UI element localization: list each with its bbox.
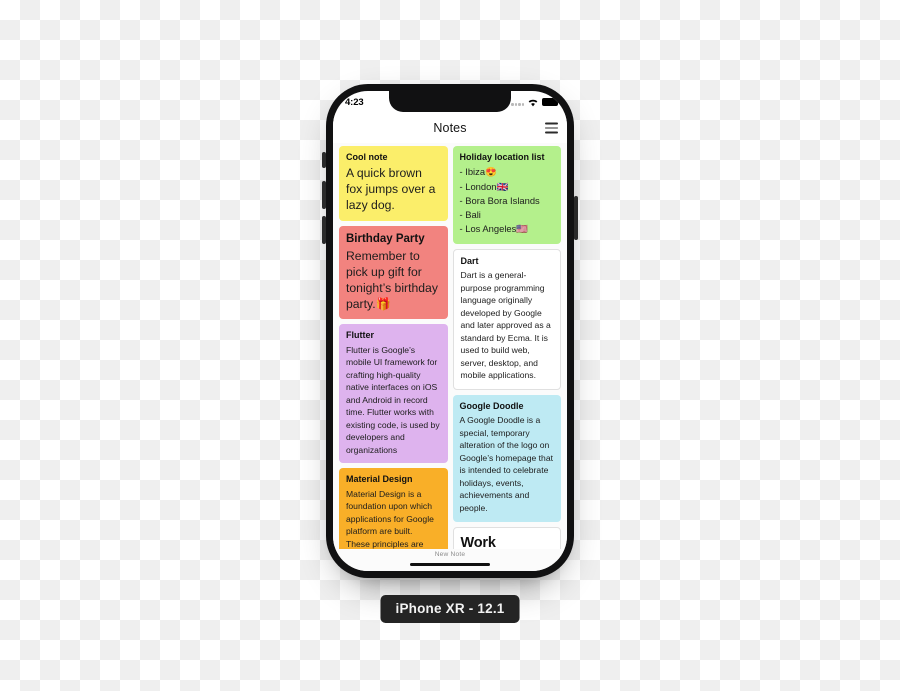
status-bar-icons bbox=[511, 98, 561, 107]
hamburger-menu-icon[interactable] bbox=[545, 122, 558, 134]
note-card[interactable]: Flutter Flutter is Google’s mobile UI fra… bbox=[339, 324, 448, 464]
note-card-body: Material Design is a foundation upon whi… bbox=[346, 488, 434, 549]
bottom-bar: New Note bbox=[333, 549, 567, 571]
notes-column-right: Holiday location list - Ibiza😍 - London🇬🇧… bbox=[452, 146, 561, 549]
app-header: Notes bbox=[333, 113, 567, 144]
note-card-title: Dart bbox=[460, 255, 479, 266]
note-card[interactable]: Birthday Party Remember to pick up gift f… bbox=[339, 225, 448, 320]
signal-dots-icon bbox=[511, 99, 524, 106]
power-button[interactable] bbox=[574, 196, 578, 240]
note-card-body: - Ibiza😍 - London🇬🇧 - Bora Bora Islands … bbox=[459, 166, 540, 235]
note-card[interactable]: Material Design Material Design is a foun… bbox=[339, 468, 448, 549]
note-card-title: Material Design bbox=[346, 474, 413, 485]
new-note-button[interactable]: New Note bbox=[435, 551, 466, 558]
notes-column-left: Cool note A quick brown fox jumps over a … bbox=[339, 146, 448, 549]
wifi-icon bbox=[527, 98, 539, 107]
note-card-title: Birthday Party bbox=[346, 232, 425, 245]
note-card-title: Work address bbox=[460, 534, 496, 549]
note-card-title: Holiday location list bbox=[459, 152, 545, 162]
note-card-title: Flutter bbox=[346, 330, 374, 341]
note-card-title: Cool note bbox=[346, 152, 388, 162]
note-card-title: Google Doodle bbox=[459, 400, 524, 411]
device-caption: iPhone XR - 12.1 bbox=[380, 595, 520, 623]
note-card[interactable]: Work address bbox=[452, 526, 561, 549]
note-card-body: A quick brown fox jumps over a lazy dog. bbox=[346, 166, 436, 213]
notes-grid: Cool note A quick brown fox jumps over a … bbox=[339, 146, 561, 549]
note-card[interactable]: Google Doodle A Google Doodle is a specia… bbox=[452, 394, 561, 522]
phone-frame: 4:23 Notes Cool note A quick brown fox j… bbox=[326, 84, 574, 578]
note-card-body: Remember to pick up gift for tonight’s b… bbox=[346, 248, 438, 312]
note-card[interactable]: Dart Dart is a general-purpose programmin… bbox=[452, 248, 561, 390]
home-indicator[interactable] bbox=[410, 562, 490, 566]
note-card[interactable]: Holiday location list - Ibiza😍 - London🇬🇧… bbox=[452, 146, 561, 244]
battery-icon bbox=[542, 98, 561, 106]
page-title: Notes bbox=[433, 121, 467, 135]
status-bar-time: 4:23 bbox=[345, 96, 364, 108]
note-card-body: Dart is a general-purpose programming la… bbox=[460, 269, 551, 381]
phone-screen: 4:23 Notes Cool note A quick brown fox j… bbox=[333, 91, 567, 571]
device-notch bbox=[389, 91, 511, 112]
note-card-body: Flutter is Google’s mobile UI framework … bbox=[346, 344, 440, 455]
note-card-body: A Google Doodle is a special, temporary … bbox=[459, 415, 554, 513]
note-card[interactable]: Cool note A quick brown fox jumps over a … bbox=[339, 146, 448, 221]
notes-scroll-area[interactable]: Cool note A quick brown fox jumps over a … bbox=[333, 143, 567, 549]
